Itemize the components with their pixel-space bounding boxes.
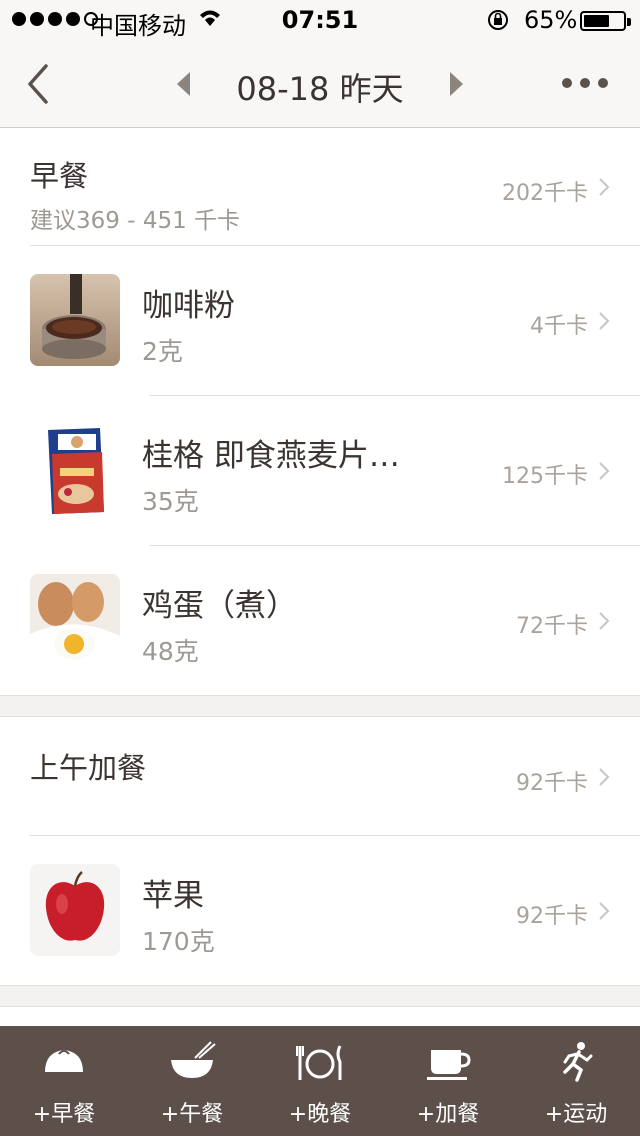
nav-bar: 08-18 昨天 — [0, 40, 640, 128]
meal-kcal: 92千卡 — [516, 771, 588, 796]
meal-list: 早餐 建议369 - 451 千卡 202千卡 咖啡粉 2克 4千卡 桂格 即食… — [0, 129, 640, 1007]
tab-add-snack[interactable]: +加餐 — [384, 1026, 512, 1136]
section-separator — [0, 985, 640, 1007]
food-kcal: 72千卡 — [516, 614, 588, 639]
tab-add-dinner[interactable]: +晚餐 — [256, 1026, 384, 1136]
food-item-oatmeal[interactable]: 桂格 即食燕麦片… 35克 125千卡 — [0, 396, 640, 545]
food-name: 桂格 即食燕麦片… — [142, 438, 400, 474]
rotation-lock-icon — [488, 10, 508, 30]
meal-name: 上午加餐 — [30, 751, 147, 785]
tab-label: +早餐 — [32, 1102, 96, 1127]
chevron-right-icon — [599, 462, 610, 480]
tab-add-lunch[interactable]: +午餐 — [128, 1026, 256, 1136]
meal-suggestion: 建议369 - 451 千卡 — [30, 208, 241, 234]
coffee-cup-icon — [427, 1050, 471, 1080]
food-amount: 170克 — [142, 927, 215, 956]
food-item-coffee-powder[interactable]: 咖啡粉 2克 4千卡 — [0, 246, 640, 395]
more-icon[interactable] — [562, 78, 608, 88]
food-kcal: 125千卡 — [502, 464, 588, 489]
meal-header-breakfast[interactable]: 早餐 建议369 - 451 千卡 202千卡 — [0, 129, 640, 245]
food-kcal: 92千卡 — [516, 904, 588, 929]
food-name: 咖啡粉 — [142, 288, 235, 324]
chevron-right-icon — [599, 312, 610, 330]
tab-label: +加餐 — [416, 1102, 480, 1127]
status-bar: 中国移动 07:51 65% — [0, 0, 640, 40]
coffee-powder-image — [30, 274, 120, 366]
food-amount: 48克 — [142, 637, 199, 666]
meal-kcal: 202千卡 — [502, 181, 588, 206]
plate-cutlery-icon — [296, 1045, 342, 1080]
food-kcal: 4千卡 — [530, 314, 588, 339]
section-separator — [0, 695, 640, 717]
bun-icon — [45, 1050, 83, 1072]
food-item-boiled-egg[interactable]: 鸡蛋（煮） 48克 72千卡 — [0, 546, 640, 695]
apple-image — [30, 864, 120, 956]
meal-header-morning-snack[interactable]: 上午加餐 92千卡 — [0, 717, 640, 835]
meal-name: 早餐 — [30, 159, 89, 193]
food-item-apple[interactable]: 苹果 170克 92千卡 — [0, 836, 640, 985]
chevron-right-icon — [599, 612, 610, 630]
battery-icon — [580, 11, 631, 31]
chevron-right-icon — [599, 768, 610, 786]
food-amount: 2克 — [142, 337, 183, 366]
tab-add-breakfast[interactable]: +早餐 — [0, 1026, 128, 1136]
tab-add-exercise[interactable]: +运动 — [512, 1026, 640, 1136]
food-name: 苹果 — [142, 878, 204, 914]
bowl-chopsticks-icon — [171, 1041, 216, 1078]
date-title: 08-18 昨天 — [236, 70, 404, 108]
chevron-right-icon — [599, 178, 610, 196]
next-day-icon[interactable] — [448, 72, 464, 96]
oatmeal-box-image — [30, 424, 120, 516]
tab-label: +午餐 — [160, 1102, 224, 1127]
tab-label: +晚餐 — [288, 1102, 352, 1127]
chevron-right-icon — [599, 902, 610, 920]
tab-label: +运动 — [544, 1102, 608, 1127]
bottom-tab-bar: +早餐 +午餐 +晚餐 +加餐 +运动 — [0, 1026, 640, 1136]
food-name: 鸡蛋（煮） — [142, 588, 297, 624]
food-amount: 35克 — [142, 487, 199, 516]
battery-percentage: 65% — [524, 6, 578, 34]
boiled-egg-image — [30, 574, 120, 666]
runner-icon — [563, 1042, 593, 1082]
